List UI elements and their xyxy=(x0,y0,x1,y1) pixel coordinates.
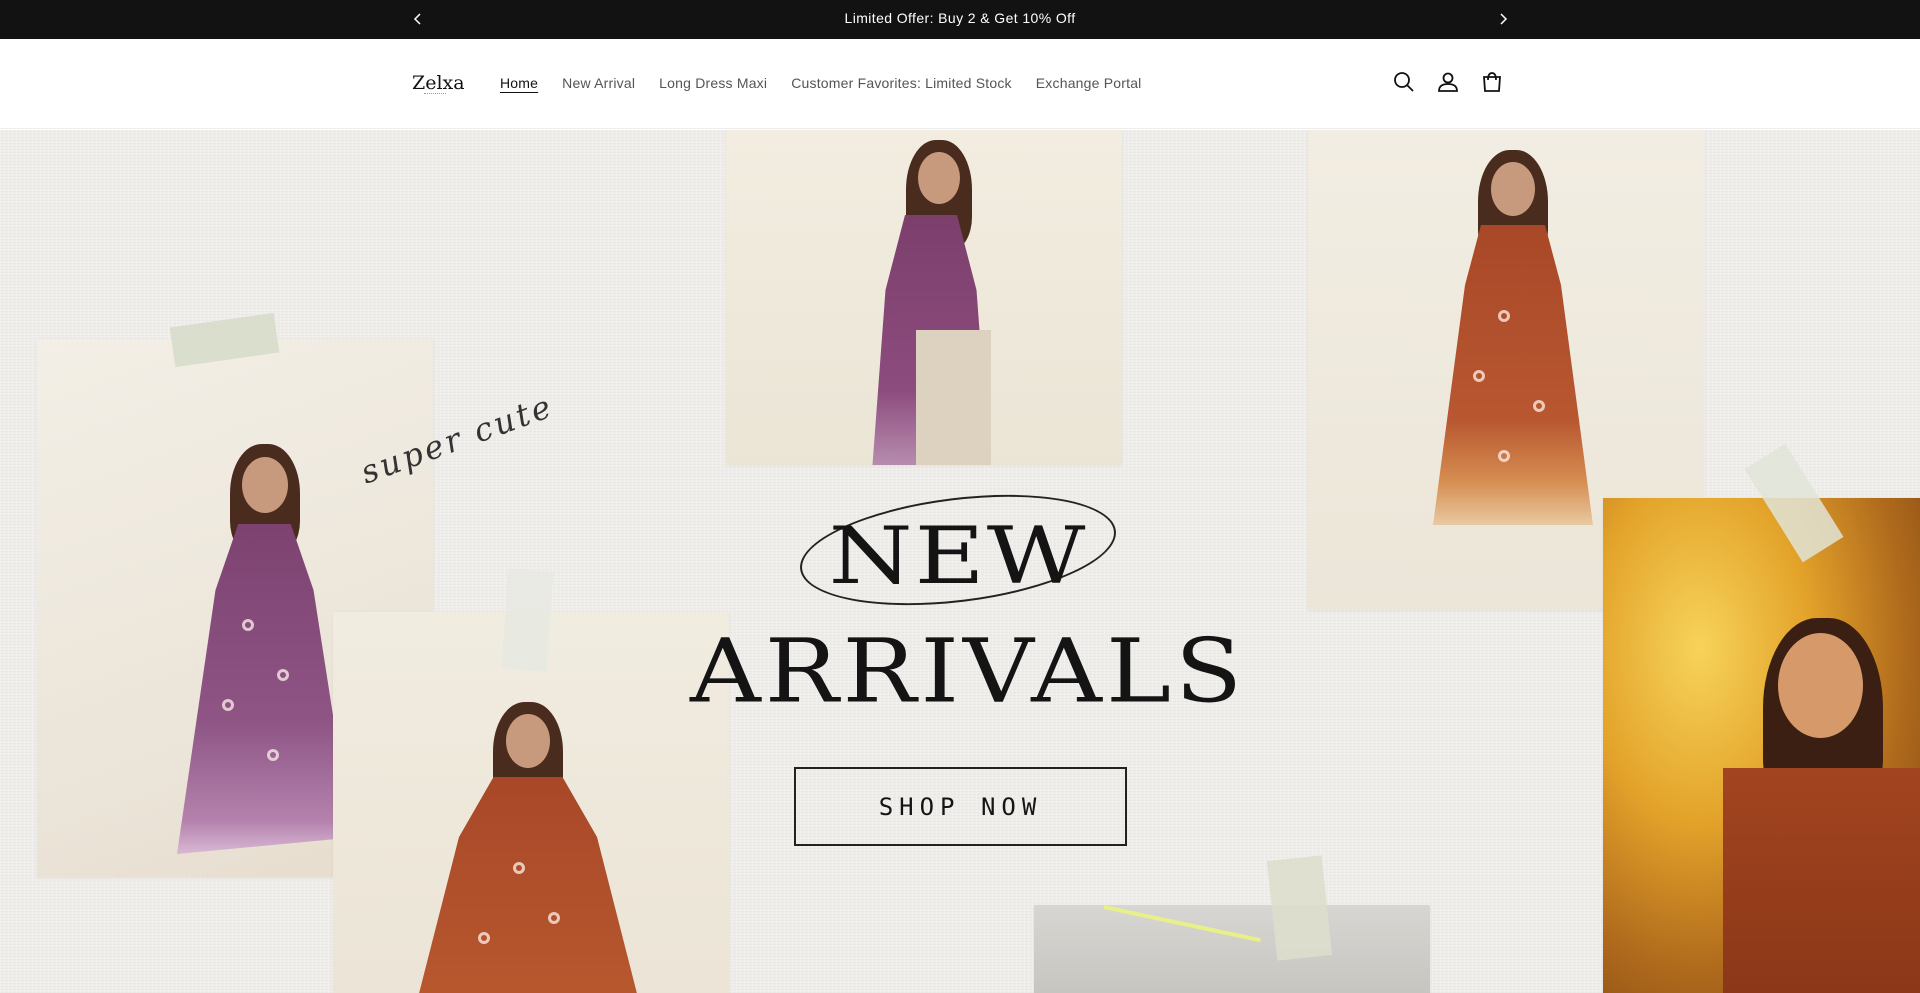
chevron-right-icon[interactable] xyxy=(1492,8,1514,30)
nav-item-customer-favorites[interactable]: Customer Favorites: Limited Stock xyxy=(791,75,1012,91)
logo-underline xyxy=(424,93,446,94)
announcement-text: Limited Offer: Buy 2 & Get 10% Off xyxy=(844,10,1076,26)
main-nav: Home New Arrival Long Dress Maxi Custome… xyxy=(500,75,1166,91)
hero-banner: super cute NEW ARRIVALS SHOP NOW xyxy=(0,130,1920,993)
cart-icon[interactable] xyxy=(1479,69,1505,95)
shop-now-button[interactable]: SHOP NOW xyxy=(794,767,1127,846)
photo-purple-dress-top xyxy=(726,130,1122,465)
nav-item-home[interactable]: Home xyxy=(500,75,538,91)
logo[interactable]: Zelxa xyxy=(412,72,465,94)
tape-decoration xyxy=(501,568,554,672)
nav-item-exchange-portal[interactable]: Exchange Portal xyxy=(1036,75,1142,91)
account-icon[interactable] xyxy=(1435,69,1461,95)
nav-item-new-arrival[interactable]: New Arrival xyxy=(562,75,635,91)
site-header: Zelxa Home New Arrival Long Dress Maxi C… xyxy=(0,39,1920,129)
hero-title-new: NEW xyxy=(828,510,1088,602)
announcement-bar: Limited Offer: Buy 2 & Get 10% Off xyxy=(0,0,1920,39)
nav-item-long-dress-maxi[interactable]: Long Dress Maxi xyxy=(659,75,767,91)
photo-room xyxy=(1034,905,1430,993)
search-icon[interactable] xyxy=(1391,69,1417,95)
hero-title-arrivals: ARRIVALS xyxy=(690,620,1247,724)
tape-decoration xyxy=(1266,855,1333,961)
photo-golden-portrait xyxy=(1603,498,1920,993)
